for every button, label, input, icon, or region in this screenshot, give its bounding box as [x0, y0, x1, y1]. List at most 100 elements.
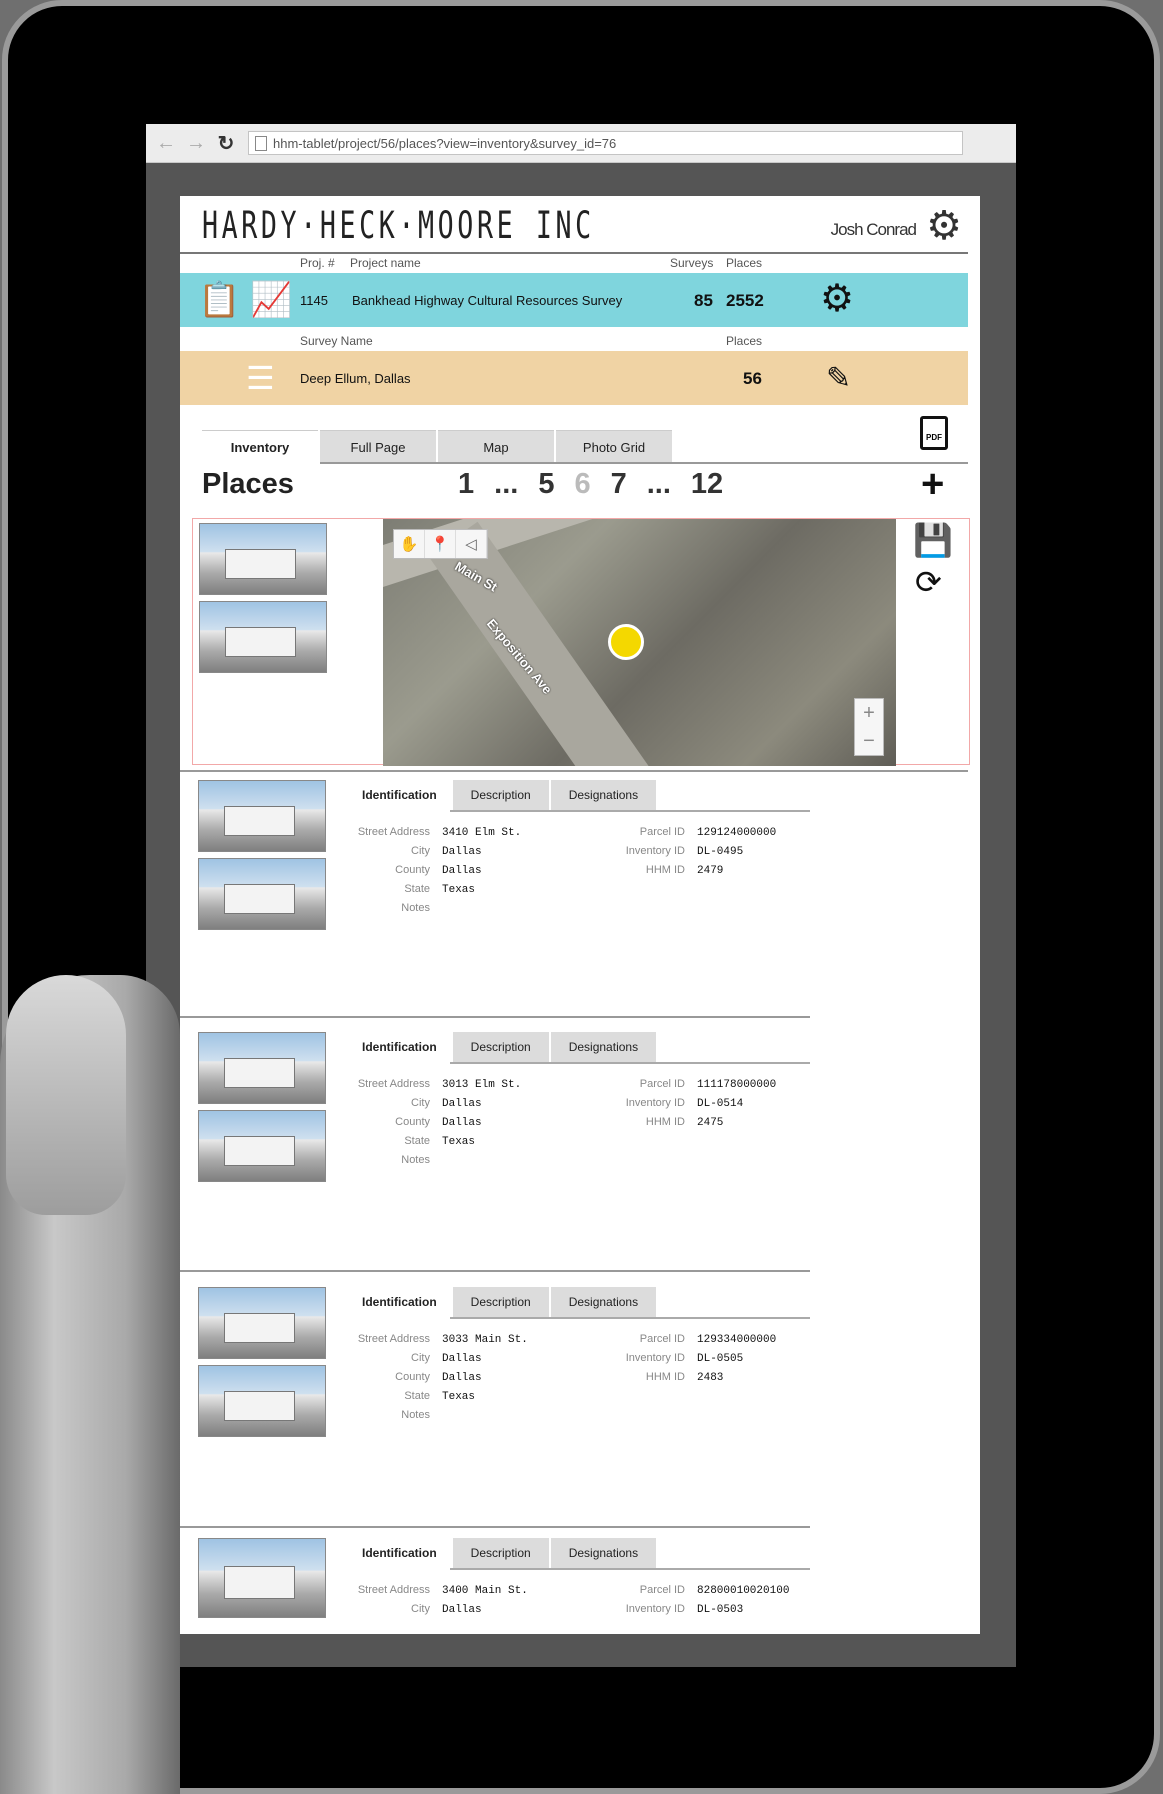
tab-designations[interactable]: Designations	[550, 1287, 657, 1317]
gear-icon[interactable]: ⚙	[922, 204, 966, 248]
record-tabs-underline	[450, 1062, 810, 1064]
record-tabs-underline	[450, 1317, 810, 1319]
city-field: City Dallas	[411, 1603, 482, 1616]
url-bar[interactable]: hhm-tablet/project/56/places?view=invent…	[248, 131, 963, 155]
back-arrow-icon[interactable]: ←	[156, 132, 176, 155]
place-photo[interactable]	[198, 1032, 326, 1104]
tab-description[interactable]: Description	[452, 1287, 549, 1317]
state-field: State Texas	[404, 1390, 476, 1403]
sync-icon[interactable]: ⟳	[915, 563, 942, 601]
tab-description[interactable]: Description	[452, 1538, 549, 1568]
place-photo[interactable]	[198, 1287, 326, 1359]
user-name[interactable]: Josh Conrad	[831, 220, 917, 240]
map-toolbar: ✋ 📍 ◁	[393, 529, 488, 559]
survey-name-label: Survey Name	[300, 334, 373, 348]
place-photo[interactable]	[198, 1110, 326, 1182]
satellite-map[interactable]: Main St Exposition Ave ✋ 📍 ◁ + −	[383, 519, 896, 766]
save-icon[interactable]: 💾	[913, 521, 953, 559]
place-photo[interactable]	[198, 1365, 326, 1437]
pin-icon[interactable]: 📍	[425, 530, 456, 558]
tab-description[interactable]: Description	[452, 1032, 549, 1062]
hhm-id-field: HHM ID 2483	[645, 1371, 724, 1384]
browser-toolbar: ← → ↻ hhm-tablet/project/56/places?view=…	[146, 124, 1016, 163]
place-record: Identification Description Designations …	[180, 1538, 968, 1634]
hand-icon[interactable]: ✋	[394, 530, 425, 558]
page-title: Places	[202, 468, 294, 500]
page-link[interactable]: 5	[538, 468, 554, 501]
shape-icon[interactable]: ◁	[456, 530, 487, 558]
tab-identification[interactable]: Identification	[362, 780, 451, 810]
parcel-id-field: Parcel ID 129124000000	[639, 826, 777, 839]
place-record: Identification Description Designations …	[180, 780, 968, 996]
proj-num-label: Proj. #	[300, 256, 335, 270]
tab-designations[interactable]: Designations	[550, 1538, 657, 1568]
thumb	[6, 975, 126, 1215]
place-photo[interactable]	[198, 780, 326, 852]
survey-name: Deep Ellum, Dallas	[300, 371, 411, 386]
divider	[180, 1016, 810, 1018]
place-photo[interactable]	[198, 858, 326, 930]
tab-identification[interactable]: Identification	[362, 1538, 451, 1568]
street-field: Street Address 3400 Main St.	[357, 1584, 528, 1597]
forward-arrow-icon[interactable]: →	[186, 132, 206, 155]
project-number: 1145	[300, 293, 328, 308]
place-photo[interactable]	[198, 1538, 326, 1618]
place-photo[interactable]	[199, 523, 327, 595]
county-field: County Dallas	[395, 864, 482, 877]
street-field: Street Address 3033 Main St.	[357, 1333, 528, 1346]
tab-designations[interactable]: Designations	[550, 1032, 657, 1062]
place-record: Identification Description Designations …	[180, 1287, 968, 1503]
list-icon[interactable]: ☰	[246, 358, 275, 398]
project-bar[interactable]: 📋 📈 1145 Bankhead Highway Cultural Resou…	[180, 273, 968, 327]
divider	[180, 1270, 810, 1272]
map-pin-icon[interactable]	[608, 624, 644, 660]
page-link[interactable]: 12	[691, 468, 723, 501]
city-field: City Dallas	[411, 1352, 482, 1365]
tab-designations[interactable]: Designations	[550, 780, 657, 810]
hhm-id-field: HHM ID 2475	[645, 1116, 724, 1129]
selected-place-panel: Main St Exposition Ave ✋ 📍 ◁ + − 💾 ⟳	[192, 518, 970, 766]
tab-photo-grid[interactable]: Photo Grid	[556, 430, 672, 463]
clipboard-icon[interactable]: 📋	[198, 280, 240, 320]
zoom-in-button[interactable]: +	[855, 699, 883, 727]
page-link[interactable]: 7	[611, 468, 627, 501]
pdf-export-icon[interactable]: PDF	[920, 416, 948, 450]
parcel-id-field: Parcel ID 129334000000	[639, 1333, 777, 1346]
county-field: County Dallas	[395, 1371, 482, 1384]
divider	[180, 770, 968, 772]
tabs-underline	[320, 462, 968, 464]
tab-identification[interactable]: Identification	[362, 1032, 451, 1062]
surveys-label: Surveys	[670, 256, 714, 270]
survey-bar[interactable]: ☰ Deep Ellum, Dallas 56 ✎	[180, 351, 968, 405]
page-icon	[255, 135, 267, 151]
tab-inventory[interactable]: Inventory	[202, 430, 318, 463]
chart-icon[interactable]: 📈	[250, 280, 292, 320]
add-place-icon[interactable]: +	[921, 464, 944, 504]
parcel-id-field: Parcel ID 82800010020100	[639, 1584, 790, 1597]
zoom-out-button[interactable]: −	[855, 727, 883, 755]
project-places-count: 2552	[726, 291, 764, 310]
page-link[interactable]: 1	[458, 468, 474, 501]
tab-map[interactable]: Map	[438, 430, 554, 463]
survey-places-label: Places	[726, 334, 763, 348]
page-ellipsis: ...	[646, 468, 671, 500]
city-field: City Dallas	[411, 845, 482, 858]
header-divider	[180, 252, 968, 254]
project-settings-gear-icon[interactable]: ⚙	[820, 279, 854, 319]
tab-description[interactable]: Description	[452, 780, 549, 810]
city-field: City Dallas	[411, 1097, 482, 1110]
reload-icon[interactable]: ↻	[216, 131, 236, 156]
tab-full-page[interactable]: Full Page	[320, 430, 436, 463]
hhm-id-field: HHM ID 2479	[645, 864, 724, 877]
notes-field: Notes	[401, 1409, 430, 1421]
state-field: State Texas	[404, 883, 476, 896]
record-tabs-underline	[450, 810, 810, 812]
record-tabs: Identification Description Designations	[362, 1032, 658, 1062]
edit-pencil-icon[interactable]: ✎	[826, 359, 851, 399]
pagination: 1 ... 5 6 7 ... 12	[458, 468, 743, 501]
app-page: HARDY·HECK·MOORE INC Josh Conrad ⚙ Proj.…	[180, 196, 980, 1634]
tab-identification[interactable]: Identification	[362, 1287, 451, 1317]
inventory-id-field: Inventory ID DL-0505	[625, 1352, 744, 1365]
record-tabs-underline	[450, 1568, 810, 1570]
place-photo[interactable]	[199, 601, 327, 673]
